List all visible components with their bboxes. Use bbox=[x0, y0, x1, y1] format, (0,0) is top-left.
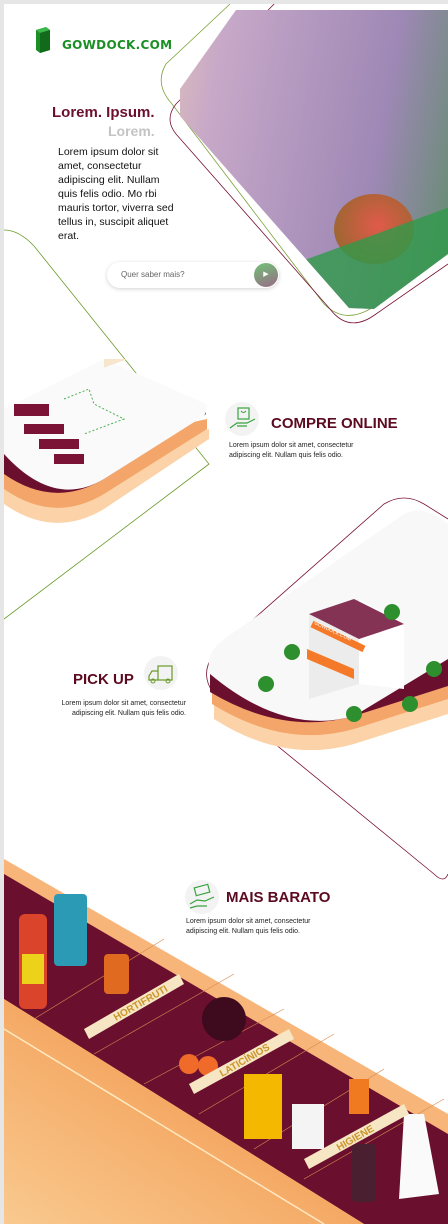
hero-title: Lorem. Ipsum. bbox=[52, 104, 155, 121]
hero-subtitle: Lorem. bbox=[108, 123, 155, 139]
brand-name[interactable]: GOWDOCK.COM bbox=[62, 38, 172, 52]
more-info-input[interactable]: Quer saber mais? ▶ bbox=[107, 262, 279, 288]
feature-title: PICK UP bbox=[73, 671, 134, 688]
hand-shopping-bag-icon-wrap bbox=[225, 402, 259, 436]
feature-desc: Lorem ipsum dolor sit amet, consectetur … bbox=[229, 442, 354, 459]
feature-desc: Lorem ipsum dolor sit amet, consectetur … bbox=[61, 700, 187, 717]
delivery-truck-icon-wrap bbox=[144, 656, 178, 690]
feature-title: COMPRE ONLINE bbox=[271, 415, 398, 432]
hero-body: Lorem ipsum dolor sit amet, consectetur … bbox=[58, 146, 174, 242]
hand-shopping-bag-icon bbox=[229, 407, 256, 429]
book-logo-icon bbox=[36, 27, 50, 53]
play-icon: ▶ bbox=[263, 271, 269, 278]
delivery-truck-icon bbox=[148, 665, 173, 684]
more-info-placeholder: Quer saber mais? bbox=[121, 270, 185, 279]
pickup-store-illustration: GOWDOCK.COM bbox=[208, 510, 448, 751]
supermarket-shelf-illustration: HORTIFRUTI LATICÍNIOS HIGIENE bbox=[4, 859, 448, 1224]
online-store-illustration bbox=[4, 359, 209, 523]
landing-page: GOWDOCK.COM Lorem. Ipsum. Lorem. Lorem i… bbox=[4, 4, 448, 1224]
play-button[interactable]: ▶ bbox=[254, 263, 278, 287]
